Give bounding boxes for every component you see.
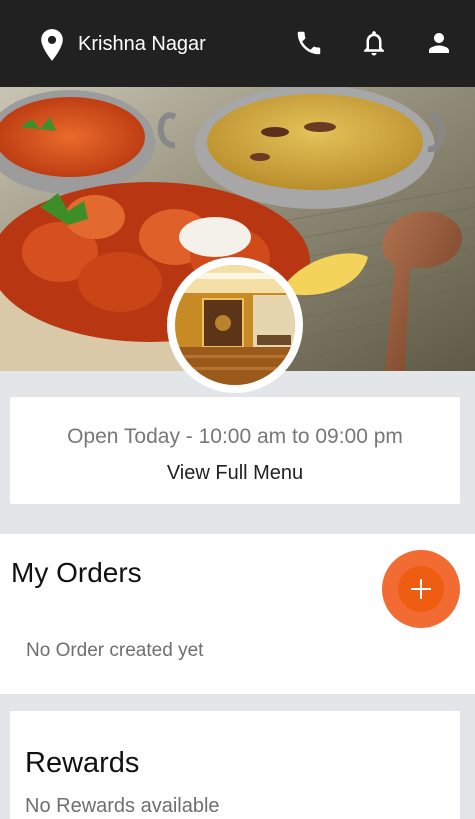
user-icon[interactable] [424, 28, 454, 58]
opening-hours: Open Today - 10:00 am to 09:00 pm [67, 425, 403, 448]
top-bar: Krishna Nagar [0, 0, 475, 87]
add-order-button-inner [398, 566, 444, 612]
location-name[interactable]: Krishna Nagar [78, 31, 206, 57]
bell-icon[interactable] [359, 28, 389, 58]
add-order-button[interactable] [382, 550, 460, 628]
rewards-card: Rewards No Rewards available [10, 711, 460, 819]
restaurant-avatar[interactable] [167, 257, 303, 393]
location-pin-icon[interactable] [38, 28, 66, 62]
orders-title: My Orders [11, 557, 142, 588]
orders-empty-text: No Order created yet [26, 640, 204, 661]
restaurant-interior-image [175, 265, 295, 385]
hours-card: Open Today - 10:00 am to 09:00 pm [10, 397, 460, 504]
view-full-menu-link[interactable]: View Full Menu [10, 460, 460, 486]
plus-icon [411, 579, 431, 599]
phone-icon[interactable] [294, 28, 324, 58]
rewards-title: Rewards [25, 747, 140, 779]
rewards-empty-text: No Rewards available [25, 795, 220, 817]
